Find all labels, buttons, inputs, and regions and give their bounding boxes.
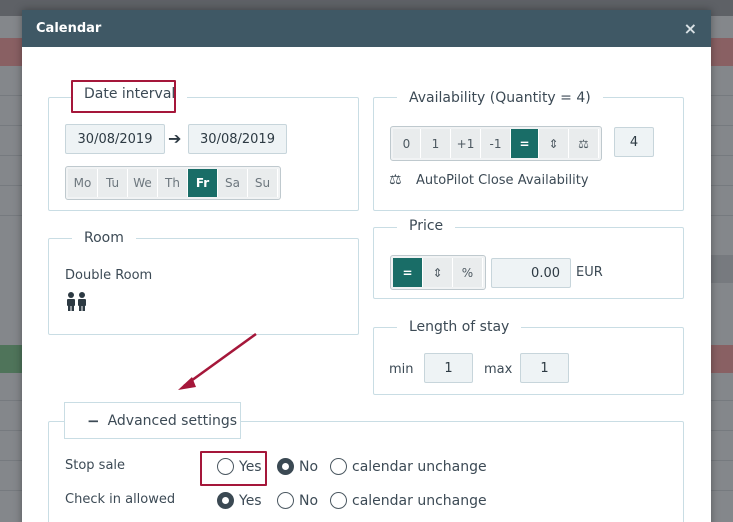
stop-sale-label: Stop sale bbox=[65, 458, 126, 473]
availability-operation-group: 0 1 +1 -1 = ⇕ ⚖ bbox=[390, 126, 602, 161]
availability-value-input[interactable]: 4 bbox=[614, 127, 654, 157]
highlight-box bbox=[71, 80, 176, 113]
radio-button[interactable] bbox=[277, 458, 294, 475]
weekday-button-sa[interactable]: Sa bbox=[218, 169, 248, 197]
advanced-settings-label: Advanced settings bbox=[107, 412, 238, 429]
availability-legend: Availability (Quantity = 4) bbox=[397, 90, 603, 106]
stop-sale-option-no[interactable]: No bbox=[277, 458, 318, 475]
weekday-button-fr[interactable]: Fr bbox=[188, 169, 218, 197]
check-in-option-yes[interactable]: Yes bbox=[217, 492, 262, 509]
max-stay-input[interactable]: 1 bbox=[520, 353, 569, 383]
radio-button[interactable] bbox=[217, 458, 234, 475]
availability-equals-button[interactable]: = bbox=[511, 129, 539, 158]
availability-one-button[interactable]: 1 bbox=[421, 129, 451, 158]
price-updown-icon[interactable]: ⇕ bbox=[423, 258, 453, 287]
availability-minus-one-button[interactable]: -1 bbox=[481, 129, 511, 158]
modal-header: Calendar × bbox=[22, 10, 711, 47]
radio-label: calendar unchange bbox=[352, 492, 487, 509]
price-currency: EUR bbox=[576, 265, 603, 280]
availability-plus-one-button[interactable]: +1 bbox=[451, 129, 481, 158]
price-value-input[interactable]: 0.00 bbox=[491, 258, 571, 288]
close-icon[interactable]: × bbox=[684, 19, 697, 38]
min-label: min bbox=[389, 362, 414, 377]
two-persons-icon-svg bbox=[67, 292, 86, 311]
weekday-button-th[interactable]: Th bbox=[158, 169, 188, 197]
room-name: Double Room bbox=[65, 268, 153, 283]
stop-sale-option-yes[interactable]: Yes bbox=[217, 458, 262, 475]
radio-button[interactable] bbox=[277, 492, 294, 509]
weekday-selector: Mo Tu We Th Fr Sa Su bbox=[65, 166, 281, 200]
annotation-arrow-icon bbox=[178, 332, 257, 390]
arrow-right-icon: ➔ bbox=[168, 129, 182, 148]
price-equals-button[interactable]: = bbox=[393, 258, 423, 287]
weekday-button-su[interactable]: Su bbox=[248, 169, 278, 197]
room-legend: Room bbox=[72, 230, 136, 246]
max-label: max bbox=[484, 362, 513, 377]
radio-label: No bbox=[299, 492, 319, 509]
radio-label: Yes bbox=[239, 492, 262, 509]
min-stay-input[interactable]: 1 bbox=[424, 353, 473, 383]
two-persons-icon bbox=[65, 291, 89, 315]
price-operation-group: = ⇕% bbox=[390, 255, 486, 290]
check-in-option-no[interactable]: No bbox=[277, 492, 318, 509]
autopilot-scale-icon[interactable]: ⚖ bbox=[389, 172, 402, 188]
length-of-stay-legend: Length of stay bbox=[397, 319, 522, 335]
autopilot-close-availability-link[interactable]: AutoPilot Close Availability bbox=[416, 173, 589, 188]
radio-label: No bbox=[299, 458, 319, 475]
modal-title: Calendar bbox=[36, 21, 102, 36]
collapse-minus-icon: − bbox=[87, 411, 100, 430]
radio-button[interactable] bbox=[330, 492, 347, 509]
radio-label: Yes bbox=[239, 458, 262, 475]
radio-button[interactable] bbox=[330, 458, 347, 475]
advanced-settings-toggle[interactable]: − Advanced settings bbox=[64, 402, 241, 439]
price-legend: Price bbox=[397, 218, 456, 234]
weekday-button-we[interactable]: We bbox=[128, 169, 158, 197]
price-percent-button[interactable]: % bbox=[453, 258, 483, 287]
check-in-option-calendar-unchange[interactable]: calendar unchange bbox=[330, 492, 487, 509]
availability-scale-icon[interactable]: ⚖ bbox=[569, 129, 599, 158]
radio-label: calendar unchange bbox=[352, 458, 487, 475]
weekday-button-tu[interactable]: Tu bbox=[98, 169, 128, 197]
room-panel bbox=[48, 238, 359, 335]
weekday-button-mo[interactable]: Mo bbox=[68, 169, 98, 197]
radio-button[interactable] bbox=[217, 492, 234, 509]
stop-sale-option-calendar-unchange[interactable]: calendar unchange bbox=[330, 458, 487, 475]
calendar-modal: Calendar × Date interval 30/08/2019 ➔ 30… bbox=[22, 10, 711, 522]
date-from-input[interactable]: 30/08/2019 bbox=[65, 124, 165, 154]
date-to-input[interactable]: 30/08/2019 bbox=[188, 124, 287, 154]
check-in-allowed-label: Check in allowed bbox=[65, 492, 176, 507]
availability-zero-button[interactable]: 0 bbox=[393, 129, 421, 158]
availability-updown-icon[interactable]: ⇕ bbox=[539, 129, 569, 158]
